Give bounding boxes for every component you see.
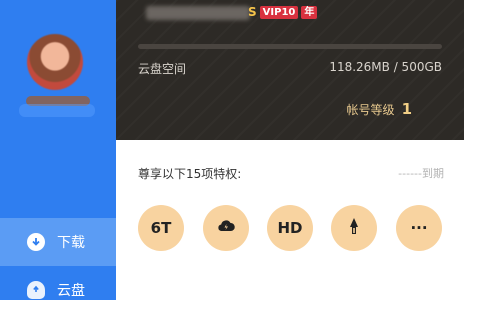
privilege-cloud-speed[interactable]: [203, 205, 249, 251]
vip-level-tag: VIP10: [260, 6, 299, 19]
storage-value: 118.26MB / 500GB: [329, 60, 442, 74]
cloud-speed-icon: [215, 215, 237, 241]
background-strip: [464, 0, 480, 300]
sidebar-item-label: 云盘: [57, 280, 85, 300]
account-popup-header: S VIP10 年 云盘空间 118.26MB / 500GB 帐号等级 1: [116, 0, 464, 140]
more-icon: ···: [410, 219, 427, 237]
privilege-rocket[interactable]: [331, 205, 377, 251]
sidebar-item-label: 下载: [57, 232, 85, 252]
sidebar-item-cloud[interactable]: 云盘: [0, 266, 116, 314]
download-icon: [27, 233, 45, 251]
svip-icon: S: [248, 5, 257, 19]
privileges-panel: 尊享以下15项特权: ------到期 6T HD ···: [116, 140, 464, 300]
privilege-hd[interactable]: HD: [267, 205, 313, 251]
privilege-more[interactable]: ···: [396, 205, 442, 251]
user-status-blur: [19, 104, 95, 117]
hd-video-icon: HD: [277, 219, 302, 237]
account-level-label: 帐号等级: [347, 101, 395, 118]
storage-progress-bar: [138, 44, 442, 49]
account-level: 帐号等级 1: [347, 100, 412, 118]
avatar[interactable]: [27, 34, 83, 90]
storage-6t-icon: 6T: [151, 219, 172, 237]
privilege-6t[interactable]: 6T: [138, 205, 184, 251]
sidebar-item-download[interactable]: 下载: [0, 218, 116, 266]
account-level-value: 1: [402, 100, 412, 118]
storage-label: 云盘空间: [138, 60, 186, 77]
vip-year-tag: 年: [301, 6, 317, 19]
vip-badge: S VIP10 年: [248, 5, 317, 19]
sidebar: 下载 云盘: [0, 0, 116, 300]
expire-date: ------到期: [398, 165, 444, 181]
cloud-icon: [27, 281, 45, 299]
privileges-title: 尊享以下15项特权:: [138, 165, 241, 182]
account-name-blur: [146, 6, 250, 20]
rocket-icon: [343, 215, 365, 241]
